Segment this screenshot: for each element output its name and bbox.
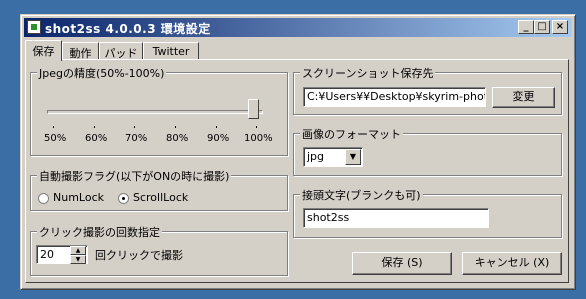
slider-tick-label: 60%	[85, 133, 108, 144]
slider-tick	[53, 126, 54, 128]
click-count-suffix: 回クリックで撮影	[95, 249, 183, 262]
save-path-input[interactable]: C:¥Users¥¥Desktop¥skyrim-photo	[303, 87, 486, 107]
slider-tick-label: 50%	[44, 133, 67, 144]
numlock-radio-label[interactable]: NumLock	[53, 191, 104, 204]
auto-capture-flag-group: 自動撮影フラグ(以下がONの時に撮影) NumLock ScrollLock	[30, 168, 288, 211]
spin-up-button[interactable]: ▲	[70, 246, 86, 255]
jpeg-quality-group: Jpegの精度(50%-100%) 50% 60% 70% 80% 90% 10…	[30, 65, 288, 156]
slider-tick	[256, 126, 257, 128]
slider-tick	[134, 126, 135, 128]
save-path-value: C:¥Users¥¥Desktop¥skyrim-photo	[307, 90, 486, 103]
prefix-input[interactable]: shot2ss	[303, 208, 489, 228]
save-destination-group: スクリーンショット保存先 C:¥Users¥¥Desktop¥skyrim-ph…	[293, 65, 562, 115]
click-count-value: 20	[40, 248, 54, 261]
tab-twitter[interactable]: Twitter	[143, 42, 199, 60]
prefix-value: shot2ss	[307, 211, 350, 224]
window-title: shot2ss 4.0.0.3 環境設定	[45, 22, 211, 36]
save-button[interactable]: 保存 (S)	[352, 252, 452, 275]
image-format-value: jpg	[307, 150, 325, 163]
image-format-select[interactable]: jpg ▼	[303, 147, 363, 167]
click-count-group: クリック撮影の回数指定 20 ▲ ▼ 回クリックで撮影	[30, 224, 288, 276]
image-format-label: 画像のフォーマット	[300, 126, 403, 142]
jpeg-quality-slider-thumb[interactable]	[248, 99, 259, 119]
close-button[interactable]: ×	[552, 20, 568, 34]
save-destination-label: スクリーンショット保存先	[300, 65, 436, 81]
slider-tick-label: 80%	[166, 133, 189, 144]
slider-tick-label: 90%	[207, 133, 230, 144]
jpeg-quality-label: Jpegの精度(50%-100%)	[37, 65, 167, 81]
app-icon	[27, 20, 41, 34]
cancel-button[interactable]: キャンセル (X)	[462, 252, 562, 275]
maximize-button[interactable]: □	[534, 20, 550, 34]
title-bar[interactable]: shot2ss 4.0.0.3 環境設定 _ □ ×	[24, 18, 572, 37]
image-format-group: 画像のフォーマット jpg ▼	[293, 126, 562, 176]
change-folder-button[interactable]: 変更	[492, 87, 555, 108]
tab-pad[interactable]: パッド	[99, 42, 143, 60]
jpeg-quality-slider-track[interactable]	[47, 110, 263, 114]
slider-tick	[175, 126, 176, 128]
slider-tick-label: 100%	[244, 133, 273, 144]
chevron-down-icon[interactable]: ▼	[345, 149, 361, 165]
slider-tick	[216, 126, 217, 128]
spin-down-button[interactable]: ▼	[70, 255, 86, 264]
minimize-button[interactable]: _	[518, 20, 534, 34]
slider-tick-label: 70%	[125, 133, 148, 144]
scrolllock-radio-label[interactable]: ScrollLock	[133, 191, 188, 204]
scrolllock-radio[interactable]	[118, 193, 129, 204]
prefix-group: 接頭文字(ブランクも可) shot2ss	[293, 187, 562, 238]
prefix-label: 接頭文字(ブランクも可)	[300, 187, 423, 203]
auto-capture-flag-label: 自動撮影フラグ(以下がONの時に撮影)	[37, 168, 232, 184]
slider-tick	[94, 126, 95, 128]
numlock-radio[interactable]	[38, 193, 49, 204]
settings-window: shot2ss 4.0.0.3 環境設定 _ □ × 保存 動作 パッド Twi…	[20, 14, 576, 290]
click-count-label: クリック撮影の回数指定	[37, 224, 162, 240]
tab-panel-save: Jpegの精度(50%-100%) 50% 60% 70% 80% 90% 10…	[25, 59, 569, 283]
tab-action[interactable]: 動作	[62, 42, 99, 60]
tab-save[interactable]: 保存	[25, 40, 62, 61]
